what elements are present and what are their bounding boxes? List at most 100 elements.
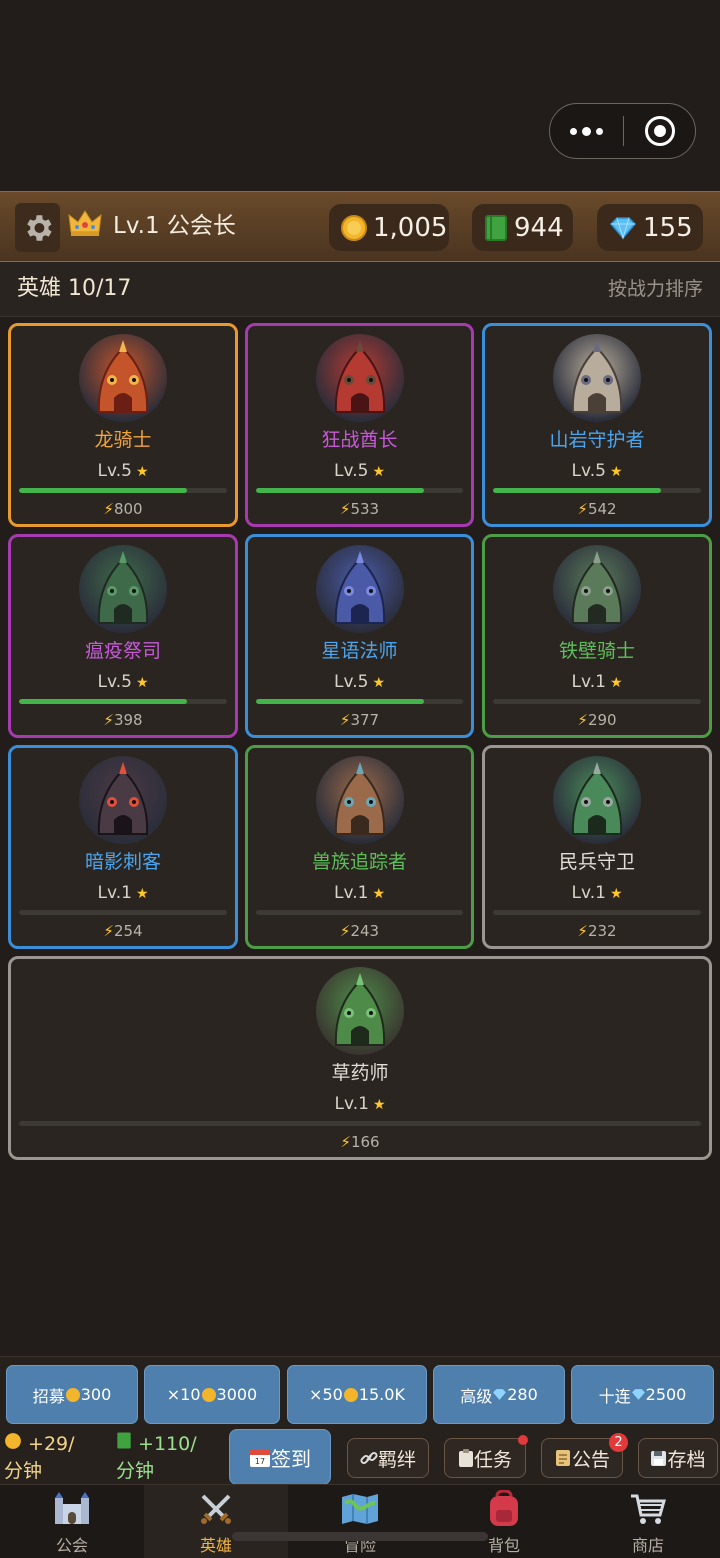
- lightning-icon: ⚡: [577, 922, 588, 940]
- hero-name: 暗影刺客: [84, 851, 161, 873]
- more-dots-icon[interactable]: [550, 104, 623, 158]
- home-indicator: [232, 1532, 488, 1541]
- star-icon: ★: [135, 675, 149, 691]
- tab-shop[interactable]: 商店: [576, 1485, 720, 1558]
- hero-xp-bar: [256, 699, 463, 704]
- hero-power: ⚡542: [485, 498, 709, 520]
- bond-button[interactable]: 羁绊: [347, 1438, 429, 1478]
- tasks-button[interactable]: 任务: [444, 1438, 526, 1478]
- close-target-icon[interactable]: [624, 116, 695, 146]
- tab-heroes[interactable]: 英雄: [144, 1485, 288, 1558]
- gold-coin-icon: [343, 1387, 358, 1402]
- settings-button[interactable]: [15, 203, 60, 252]
- star-icon: ★: [135, 464, 149, 480]
- book-income: +110/ 分钟: [116, 1431, 197, 1485]
- star-icon: ★: [609, 464, 623, 480]
- hero-power: ⚡243: [248, 920, 471, 942]
- hero-name: 草药师: [331, 1062, 389, 1084]
- hero-power-value: 232: [587, 922, 617, 940]
- ten-pull-button[interactable]: 十连 2500: [571, 1365, 714, 1424]
- sort-by-power-button[interactable]: 按战力排序: [608, 274, 703, 304]
- save-button[interactable]: 存档: [638, 1438, 718, 1478]
- star-icon: ★: [609, 675, 623, 691]
- tab-guild[interactable]: 公会: [0, 1485, 144, 1558]
- hero-card[interactable]: 星语法师 Lv.5 ★ ⚡377: [245, 534, 474, 738]
- hero-xp-fill: [19, 699, 188, 704]
- hero-name: 铁壁骑士: [558, 640, 635, 662]
- hero-portrait: [315, 756, 404, 844]
- premium-recruit-button[interactable]: 高级 280: [433, 1365, 565, 1424]
- hero-card[interactable]: 兽族追踪者 Lv.1 ★ ⚡243: [245, 745, 474, 949]
- hero-level: Lv.5 ★: [485, 459, 709, 484]
- hero-card[interactable]: 龙骑士 Lv.5 ★ ⚡800: [8, 323, 238, 527]
- star-icon: ★: [609, 886, 623, 902]
- hero-card[interactable]: 民兵守卫 Lv.1 ★ ⚡232: [482, 745, 712, 949]
- hero-name: 山岩守护者: [549, 429, 645, 451]
- notice-label: 公告: [571, 1448, 610, 1471]
- hero-card[interactable]: 草药师 Lv.1 ★ ⚡166: [8, 956, 712, 1160]
- hero-power-value: 377: [350, 711, 380, 729]
- hero-power-value: 166: [350, 1133, 380, 1151]
- hero-level-text: Lv.5: [571, 461, 606, 481]
- hero-level: Lv.1 ★: [11, 881, 235, 906]
- recruit-button[interactable]: 招募 300: [6, 1365, 138, 1424]
- star-icon: ★: [372, 886, 385, 902]
- hero-xp-bar: [493, 910, 701, 915]
- book-income-unit: 分钟: [116, 1460, 155, 1482]
- bond-label: 羁绊: [377, 1448, 416, 1471]
- gem-counter[interactable]: 155: [597, 204, 703, 251]
- hero-card[interactable]: 瘟疫祭司 Lv.5 ★ ⚡398: [8, 534, 238, 738]
- book-counter[interactable]: 944: [472, 204, 573, 251]
- green-book-icon: [117, 1432, 131, 1449]
- hero-xp-bar: [19, 910, 227, 915]
- hero-card[interactable]: 铁壁骑士 Lv.1 ★ ⚡290: [482, 534, 712, 738]
- hero-level: Lv.1 ★: [248, 881, 471, 906]
- star-icon: ★: [372, 1097, 386, 1113]
- notice-badge: 2: [609, 1433, 628, 1452]
- hero-card[interactable]: 狂战酋长 Lv.5 ★ ⚡533: [245, 323, 474, 527]
- hero-power-value: 243: [350, 922, 380, 940]
- recruit-x50-button[interactable]: ×50 15.0K: [287, 1365, 427, 1424]
- scroll-icon: [555, 1450, 570, 1466]
- hero-xp-fill: [19, 488, 188, 493]
- hero-level: Lv.1 ★: [485, 670, 709, 695]
- crossed-swords-icon: [196, 1489, 236, 1529]
- lightning-icon: ⚡: [577, 500, 588, 518]
- hero-power-value: 533: [350, 500, 380, 518]
- floppy-disk-icon: [651, 1450, 667, 1466]
- hero-xp-bar: [19, 1121, 701, 1126]
- premium-recruit-cost: 280: [507, 1385, 538, 1404]
- hero-xp-bar: [19, 699, 227, 704]
- star-icon: ★: [372, 675, 385, 691]
- hero-power: ⚡232: [485, 920, 709, 942]
- recruit-x50-label: ×50: [309, 1385, 343, 1404]
- app-root: { "header": { "level_title": "Lv.1 公会长",…: [0, 0, 720, 1558]
- hero-level-text: Lv.1: [571, 672, 606, 692]
- lightning-icon: ⚡: [339, 922, 351, 940]
- recruit-label: 招募: [32, 1386, 65, 1406]
- hero-xp-bar: [493, 488, 701, 493]
- gold-counter[interactable]: 1,005: [329, 204, 449, 251]
- diamond-icon: [609, 216, 637, 240]
- checkin-button[interactable]: 17 签到: [229, 1429, 331, 1485]
- gold-coin-icon: [65, 1387, 80, 1402]
- hero-name: 星语法师: [321, 640, 398, 662]
- recruit-x10-button[interactable]: ×10 3000: [144, 1365, 280, 1424]
- hero-card[interactable]: 山岩守护者 Lv.5 ★ ⚡542: [482, 323, 712, 527]
- hero-name: 狂战酋长: [321, 429, 398, 451]
- hero-level-text: Lv.1: [97, 883, 132, 903]
- hero-name: 瘟疫祭司: [84, 640, 161, 662]
- hero-power: ⚡254: [11, 920, 235, 942]
- book-amount: 944: [514, 212, 564, 243]
- hero-portrait: [79, 545, 167, 633]
- tab-backpack[interactable]: 背包: [432, 1485, 576, 1558]
- gold-income-rate: +29/: [28, 1433, 75, 1455]
- tab-shop-label: 商店: [631, 1536, 664, 1555]
- tab-adventure[interactable]: 冒险: [288, 1485, 432, 1558]
- hero-card[interactable]: 暗影刺客 Lv.1 ★ ⚡254: [8, 745, 238, 949]
- hero-level-text: Lv.1: [334, 883, 369, 903]
- hero-level: Lv.5 ★: [248, 459, 471, 484]
- hero-level-text: Lv.1: [571, 883, 606, 903]
- hero-level: Lv.1 ★: [485, 881, 709, 906]
- link-icon: [360, 1451, 378, 1465]
